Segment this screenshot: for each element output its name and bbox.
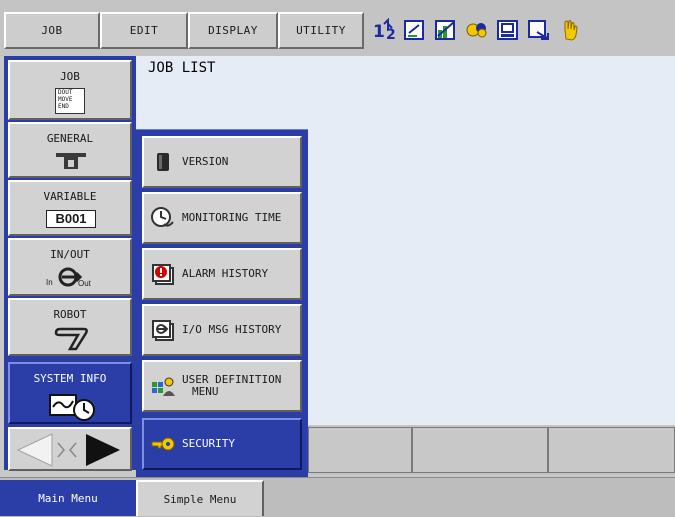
job-icon-text-1: DOUT <box>58 89 73 96</box>
submenu-user-definition-label: USER DEFINITION MENU <box>182 374 281 398</box>
key-icon <box>150 432 176 456</box>
main-menu-job-label: JOB <box>60 70 80 83</box>
menu-display[interactable]: DISPLAY <box>188 12 278 49</box>
page-prev-button[interactable] <box>14 432 54 472</box>
output-icon <box>527 18 551 42</box>
job-document-icon: DOUT MOVE END <box>55 88 85 114</box>
graph-icon <box>434 18 458 42</box>
bottom-tab-bar: Main Menu Simple Menu <box>0 477 675 517</box>
tab-main-menu[interactable]: Main Menu <box>0 480 136 516</box>
user-definition-icon <box>150 374 176 398</box>
function-key-2[interactable] <box>412 427 548 473</box>
top-menu-bar: JOB EDIT DISPLAY UTILITY 1 2 <box>0 0 675 56</box>
in-out-icon-in: In <box>46 278 53 287</box>
function-key-1[interactable] <box>308 427 412 473</box>
submenu-security[interactable]: SECURITY <box>142 418 302 470</box>
svg-text:2: 2 <box>386 27 396 42</box>
submenu-security-label: SECURITY <box>182 437 235 450</box>
submenu-io-msg-history-label: I/O MSG HISTORY <box>182 323 282 336</box>
alarm-history-icon <box>150 262 176 286</box>
job-icon-text-3: END <box>58 103 69 110</box>
in-out-icon: In Out <box>46 265 102 291</box>
edit-mode-icon <box>403 18 427 42</box>
svg-text:1: 1 <box>373 22 385 42</box>
status-icon-strip: 1 2 <box>372 14 589 46</box>
system-info-icon <box>48 391 98 424</box>
submenu-alarm-history-label: ALARM HISTORY <box>182 267 269 280</box>
hand-icon <box>558 18 582 42</box>
monitoring-time-icon <box>150 206 176 230</box>
main-menu-variable-label: VARIABLE <box>43 190 97 203</box>
submenu-monitoring-time[interactable]: MONITORING TIME <box>142 192 302 244</box>
system-info-submenu: VERSION MONITORING TIME ALARM HISTORY I/… <box>136 129 308 477</box>
tab-simple-menu[interactable]: Simple Menu <box>136 480 264 516</box>
robot-arm-icon <box>52 327 92 354</box>
page-next-button[interactable] <box>84 432 124 472</box>
main-menu-system-info-label: SYSTEM INFO <box>33 372 107 385</box>
main-menu-in-out[interactable]: IN/OUT In Out <box>8 238 132 296</box>
submenu-user-definition-label-line2: MENU <box>192 385 219 398</box>
io-msg-history-icon <box>150 318 176 342</box>
menu-edit[interactable]: EDIT <box>100 12 188 49</box>
submenu-user-definition-menu[interactable]: USER DEFINITION MENU <box>142 360 302 412</box>
submenu-monitoring-time-label: MONITORING TIME <box>182 211 282 224</box>
submenu-alarm-history[interactable]: ALARM HISTORY <box>142 248 302 300</box>
menu-utility[interactable]: UTILITY <box>278 12 364 49</box>
main-menu-general[interactable]: GENERAL <box>8 122 132 178</box>
main-menu-job[interactable]: JOB DOUT MOVE END <box>8 60 132 120</box>
main-menu: JOB DOUT MOVE END GENERAL VARIABLE B001 … <box>4 56 136 470</box>
step-number-icon: 1 2 <box>372 17 396 43</box>
link-icon <box>465 18 489 42</box>
function-key-3[interactable] <box>548 427 675 473</box>
in-out-icon-out: Out <box>78 279 91 288</box>
submenu-version[interactable]: VERSION <box>142 136 302 188</box>
monitor-icon <box>496 18 520 42</box>
submenu-io-msg-history[interactable]: I/O MSG HISTORY <box>142 304 302 356</box>
version-icon <box>150 150 176 174</box>
main-menu-robot[interactable]: ROBOT <box>8 298 132 356</box>
main-menu-variable[interactable]: VARIABLE B001 <box>8 180 132 236</box>
tool-icon <box>54 150 88 175</box>
main-menu-system-info[interactable]: SYSTEM INFO <box>8 362 132 424</box>
variable-icon: B001 <box>46 210 96 228</box>
function-key-row <box>308 425 675 475</box>
page-separator-icon <box>56 441 78 463</box>
page-navigation <box>8 427 132 471</box>
main-menu-in-out-label: IN/OUT <box>50 248 90 261</box>
main-menu-general-label: GENERAL <box>46 132 94 145</box>
job-icon-text-2: MOVE <box>58 96 73 103</box>
main-menu-robot-label: ROBOT <box>53 308 87 321</box>
submenu-version-label: VERSION <box>182 155 229 168</box>
page-title: JOB LIST <box>148 60 216 76</box>
menu-job[interactable]: JOB <box>4 12 100 49</box>
